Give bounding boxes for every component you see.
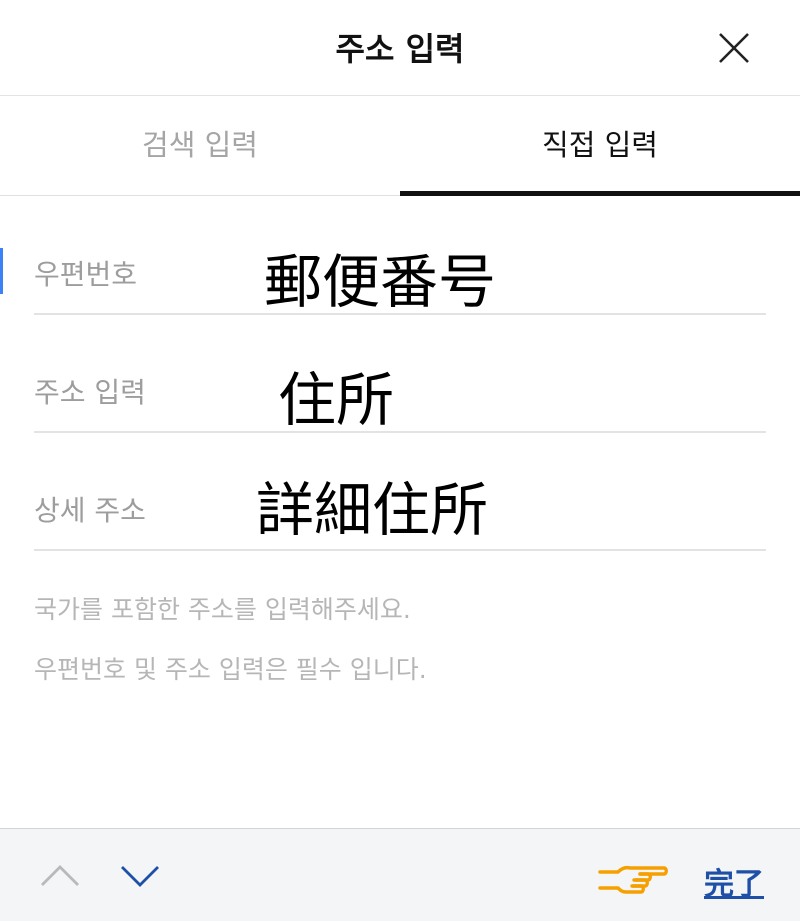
page-title: 주소 입력 — [335, 30, 465, 68]
hint-required: 우편번호 및 주소 입력은 필수 입니다. — [34, 655, 427, 684]
address-overlay-text: 住所 — [278, 366, 395, 434]
input-mode-tabs: 검색 입력 직접 입력 — [0, 97, 800, 196]
chevron-down-icon — [121, 866, 159, 887]
tab-direct-input[interactable]: 직접 입력 — [400, 97, 800, 196]
detail-address-overlay-text: 詳細住所 — [256, 476, 489, 544]
postal-code-overlay-text: 郵便番号 — [264, 248, 497, 316]
hint-country: 국가를 포함한 주소를 입력해주세요. — [34, 595, 411, 624]
close-button[interactable] — [712, 26, 756, 70]
header: 주소 입력 — [0, 0, 800, 96]
chevron-up-icon — [41, 865, 79, 886]
tab-search-input[interactable]: 검색 입력 — [0, 97, 400, 196]
detail-address-label: 상세 주소 — [34, 494, 146, 527]
text-cursor — [0, 248, 3, 294]
detail-address-field[interactable]: 상세 주소 詳細住所 — [34, 433, 766, 551]
next-field-button[interactable] — [118, 855, 162, 895]
keyboard-toolbar: 完了 — [0, 828, 800, 921]
address-field[interactable]: 주소 입력 住所 — [34, 315, 766, 434]
done-button[interactable]: 完了 — [704, 859, 764, 903]
postal-code-label: 우편번호 — [34, 258, 138, 291]
address-label: 주소 입력 — [34, 376, 146, 409]
pointing-hand-icon — [596, 863, 668, 907]
postal-code-field[interactable]: 우편번호 郵便番号 — [34, 197, 766, 316]
close-icon — [719, 33, 749, 63]
previous-field-button[interactable] — [38, 855, 82, 895]
